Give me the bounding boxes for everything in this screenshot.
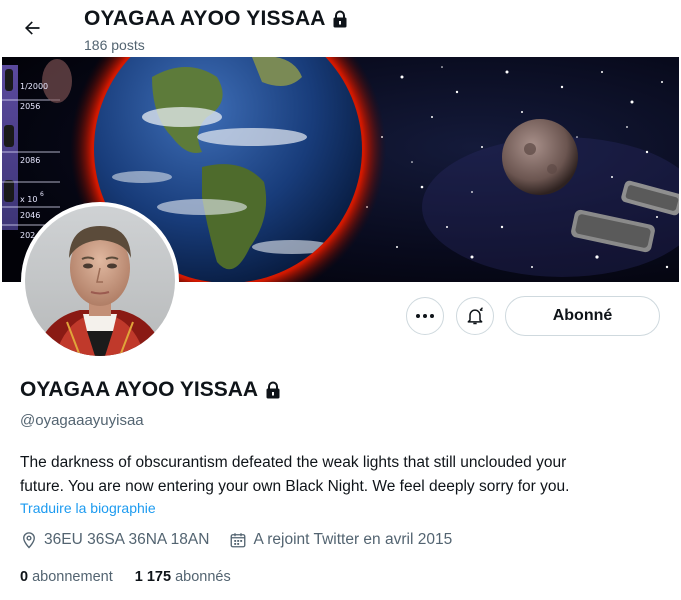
- profile-meta: 36EU 36SA 36NA 18AN A rejoint Twitter en…: [20, 531, 472, 549]
- avatar-image: [25, 206, 175, 356]
- lock-icon: [266, 381, 280, 399]
- following-stat[interactable]: 0 abonnement: [20, 569, 113, 585]
- location-icon: [23, 532, 35, 549]
- header-title: OYAGAA AYOO YISSAA: [84, 7, 348, 31]
- followers-count: 1 175: [134, 569, 172, 585]
- more-icon: [416, 314, 434, 318]
- banner-label-5: 6: [40, 191, 44, 198]
- header-display-name: OYAGAA AYOO YISSAA: [84, 7, 326, 30]
- back-button[interactable]: [14, 10, 50, 46]
- profile-avatar[interactable]: [21, 202, 179, 360]
- calendar-icon: [231, 533, 246, 548]
- following-label: abonnement: [32, 569, 113, 585]
- banner-label-1: 1/2000: [20, 82, 48, 91]
- banner-label-4: x 10: [20, 195, 37, 204]
- followers-stat[interactable]: 1 175 abonnés: [135, 569, 231, 585]
- more-button[interactable]: [406, 297, 444, 335]
- following-button[interactable]: Abonné: [505, 296, 660, 336]
- location-item: 36EU 36SA 36NA 18AN: [20, 531, 209, 549]
- joined-item: A rejoint Twitter en avril 2015: [229, 531, 452, 549]
- followers-label: abonnés: [175, 569, 231, 585]
- notification-button[interactable]: [456, 297, 494, 335]
- bio-line-1: The darkness of obscurantism defeated th…: [20, 454, 567, 471]
- back-arrow-icon: [25, 21, 40, 35]
- profile-stats: 0 abonnement 1 175 abonnés: [20, 569, 231, 585]
- translate-bio-link[interactable]: Traduire la biographie: [20, 500, 156, 516]
- lock-icon: [333, 10, 347, 28]
- profile-handle: @oyagaaayuyisaa: [20, 412, 144, 429]
- bio-line-2: future. You are now entering your own Bl…: [20, 478, 570, 495]
- banner-label-2: 2056: [20, 102, 40, 111]
- joined-text: A rejoint Twitter en avril 2015: [253, 531, 453, 548]
- profile-name: OYAGAA AYOO YISSAA: [20, 378, 281, 402]
- notification-bell-icon: [467, 307, 483, 325]
- banner-label-3: 2086: [20, 156, 40, 165]
- location-text: 36EU 36SA 36NA 18AN: [44, 531, 210, 548]
- profile-bio: The darkness of obscurantism defeated th…: [20, 451, 660, 499]
- posts-count: 186 posts: [84, 37, 145, 53]
- profile-display-name: OYAGAA AYOO YISSAA: [20, 378, 259, 401]
- banner-label-6: 2046: [20, 211, 40, 220]
- following-count: 0: [20, 569, 29, 585]
